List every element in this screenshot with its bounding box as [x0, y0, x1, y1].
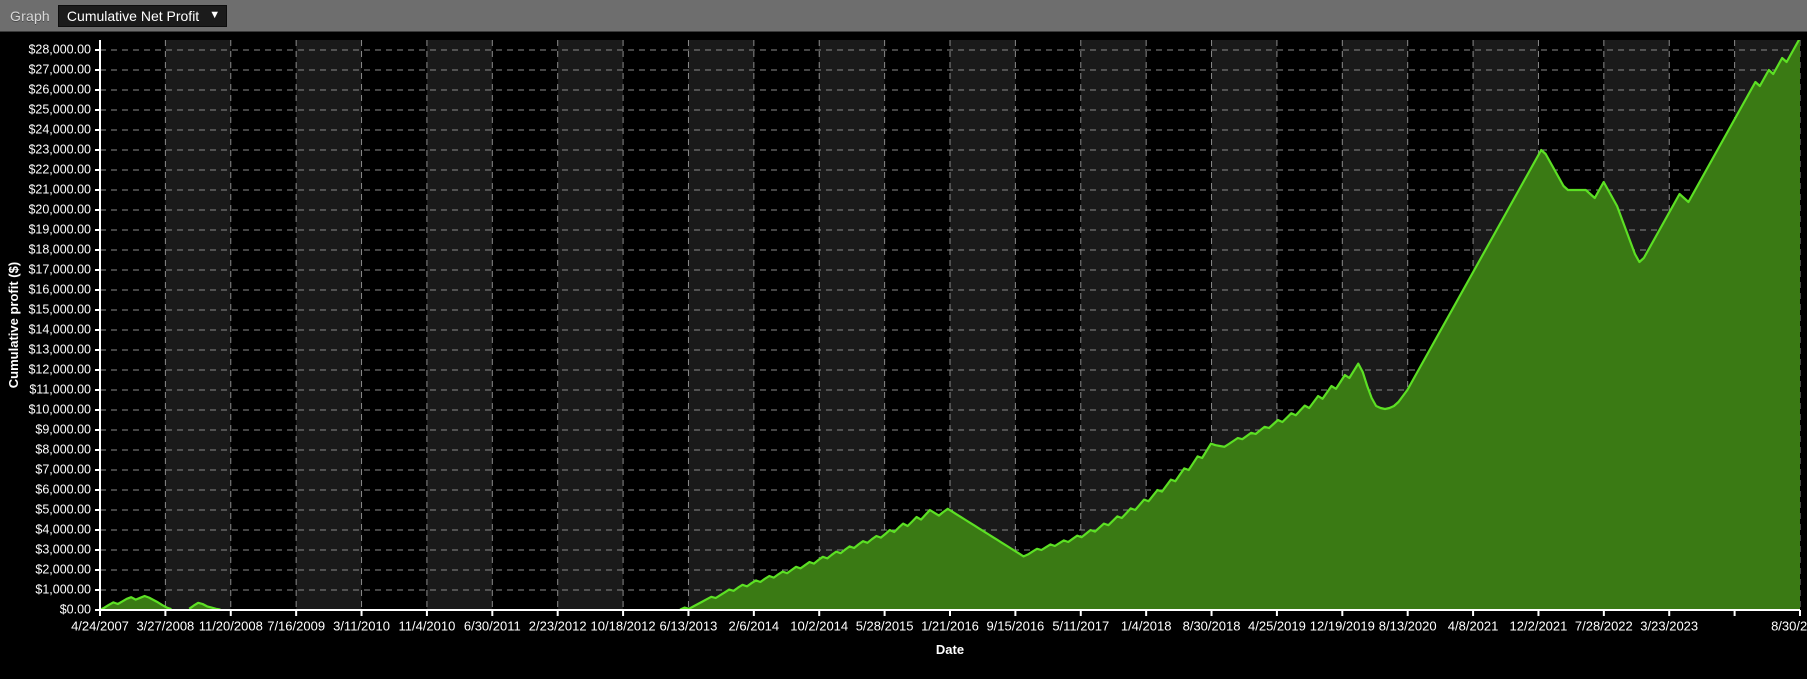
y-axis-tick-label: $24,000.00	[28, 122, 91, 136]
x-axis-tick-label: 12/2/2021	[1510, 619, 1568, 634]
x-axis-tick-label: 3/27/2008	[136, 619, 194, 634]
graph-toolbar-label: Graph	[10, 7, 50, 24]
y-axis-tick-label: $21,000.00	[28, 182, 91, 196]
y-axis-tick-label: $17,000.00	[28, 262, 91, 276]
x-axis-tick-label: 4/25/2019	[1248, 619, 1306, 634]
x-axis-tick-label: 4/24/2007	[71, 619, 129, 634]
y-axis-tick-label: $2,000.00	[35, 562, 91, 576]
x-axis-tick-label: 8/30/2018	[1183, 619, 1241, 634]
y-axis-tick-labels: $0.00 $1,000.00 $2,000.00 $3,000.00 $4,000.0…	[28, 42, 91, 616]
x-axis-tick-label: 10/18/2012	[591, 619, 656, 634]
x-axis-tick-label: 5/28/2015	[856, 619, 914, 634]
y-axis-tick-label: $13,000.00	[28, 342, 91, 356]
x-axis-tick-label: 11/4/2010	[398, 619, 455, 634]
graph-type-dropdown[interactable]: Cumulative Net Profit ▼	[57, 4, 228, 27]
y-axis-tick-label: $7,000.00	[35, 462, 91, 476]
cumulative-net-profit-chart: $0.00 $1,000.00 $2,000.00 $3,000.00 $4,000.0…	[0, 32, 1807, 679]
chart-canvas: $0.00 $1,000.00 $2,000.00 $3,000.00 $4,000.0…	[6, 40, 1807, 657]
x-axis-tick-label: 2/6/2014	[729, 619, 780, 634]
y-axis-tick-label: $27,000.00	[28, 62, 91, 76]
x-axis-tick-label: 5/11/2017	[1052, 619, 1109, 634]
y-axis-tick-label: $22,000.00	[28, 162, 91, 176]
x-axis-tick-label: 12/19/2019	[1310, 619, 1375, 634]
y-axis-tick-label: $25,000.00	[28, 102, 91, 116]
x-axis-tick-label: 8/13/2020	[1379, 619, 1437, 634]
y-axis-tick-label: $18,000.00	[28, 242, 91, 256]
x-axis-tick-label: 4/8/2021	[1448, 619, 1499, 634]
x-axis-tick-label: 1/4/2018	[1121, 619, 1172, 634]
x-axis-tick-label: 8/30/2024	[1771, 619, 1807, 634]
chevron-down-icon: ▼	[209, 9, 221, 21]
x-axis-tick-label: 9/15/2016	[986, 619, 1044, 634]
x-axis-tick-label: 11/20/2008	[199, 619, 263, 634]
y-axis-tick-label: $12,000.00	[28, 362, 91, 376]
y-axis-tick-label: $28,000.00	[28, 42, 91, 56]
y-axis-tick-label: $15,000.00	[28, 302, 91, 316]
y-axis-tick-label: $5,000.00	[35, 502, 91, 516]
y-axis-tick-label: $4,000.00	[35, 522, 91, 536]
y-axis-tick-label: $11,000.00	[29, 382, 91, 396]
x-axis-tick-label: 6/30/2011	[464, 619, 521, 634]
y-axis-tick-label: $0.00	[60, 602, 91, 616]
y-axis-tick-label: $19,000.00	[28, 222, 91, 236]
x-axis-tick-label: 7/16/2009	[267, 619, 325, 634]
y-axis-tick-label: $14,000.00	[28, 322, 91, 336]
x-axis-tick-label: 6/13/2013	[660, 619, 718, 634]
x-axis-title: Date	[936, 642, 964, 657]
graph-toolbar: Graph Cumulative Net Profit ▼	[0, 0, 1807, 32]
y-axis-tick-label: $6,000.00	[35, 482, 91, 496]
x-axis-tick-label: 2/23/2012	[529, 619, 587, 634]
y-axis-tick-label: $16,000.00	[28, 282, 91, 296]
y-axis-tick-label: $3,000.00	[35, 542, 91, 556]
y-axis-tick-label: $23,000.00	[28, 142, 91, 156]
x-axis-tick-label: 1/21/2016	[921, 619, 979, 634]
y-axis-tick-label: $9,000.00	[35, 422, 91, 436]
y-axis-tick-label: $26,000.00	[28, 82, 91, 96]
x-axis-tick-label: 3/23/2023	[1640, 619, 1698, 634]
y-axis-tick-label: $20,000.00	[28, 202, 91, 216]
y-axis-tick-label: $1,000.00	[35, 582, 91, 596]
x-axis-tick-label: 10/2/2014	[790, 619, 848, 634]
x-axis-tick-label: 3/11/2010	[333, 619, 390, 634]
y-axis-title: Cumulative profit ($)	[6, 262, 21, 388]
y-axis-tick-label: $8,000.00	[35, 442, 91, 456]
x-axis-tick-labels: 4/24/2007 3/27/2008 11/20/2008 7/16/2009 3/1…	[71, 619, 1807, 634]
graph-type-selected-value: Cumulative Net Profit	[66, 7, 200, 24]
x-axis-tick-label: 7/28/2022	[1575, 619, 1633, 634]
y-axis-tick-label: $10,000.00	[28, 402, 91, 416]
